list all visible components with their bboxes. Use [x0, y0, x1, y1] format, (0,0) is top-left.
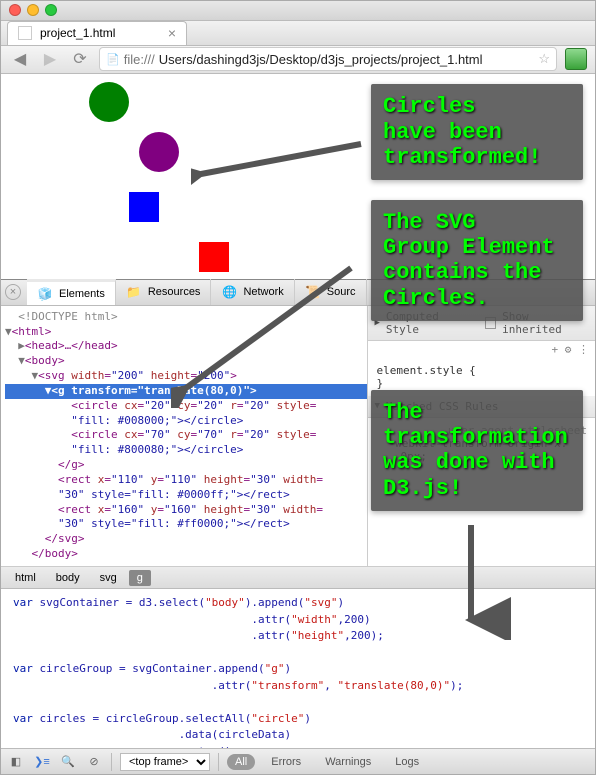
console-line: [13, 645, 583, 662]
tab-strip: project_1.html ×: [1, 21, 595, 46]
folder-icon: 📁: [126, 284, 142, 300]
dom-line[interactable]: </g>: [5, 458, 367, 473]
back-button[interactable]: ◀: [9, 48, 31, 70]
blue-rect: [129, 192, 159, 222]
filter-all[interactable]: All: [227, 754, 255, 770]
url-scheme: file:///: [124, 52, 155, 67]
devtools-close-button[interactable]: ×: [5, 284, 21, 300]
annotation-text-2: The SVG Group Element contains the Circl…: [383, 210, 555, 311]
annotation-text-3: The transformation was done with D3.js!: [383, 400, 568, 501]
filter-errors[interactable]: Errors: [263, 754, 309, 770]
filter-logs[interactable]: Logs: [387, 754, 427, 770]
console-toggle-button[interactable]: ❯≡: [33, 753, 51, 771]
dom-line[interactable]: <rect x="160" y="160" height="30" width=: [5, 503, 367, 518]
green-circle: [89, 82, 129, 122]
reload-button[interactable]: ⟳: [69, 48, 91, 70]
tab-title: project_1.html: [40, 26, 115, 40]
extension-button[interactable]: [565, 48, 587, 70]
dom-line[interactable]: </svg>: [5, 532, 367, 547]
annotation-box-2: The SVG Group Element contains the Circl…: [371, 200, 583, 321]
console-line: .data(circleData): [13, 727, 583, 744]
file-icon: [18, 26, 32, 40]
console-line: var circleGroup = svgContainer.append("g…: [13, 661, 583, 678]
window-zoom-button[interactable]: [45, 4, 57, 16]
window-minimize-button[interactable]: [27, 4, 39, 16]
annotation-text-1: Circles have been transformed!: [383, 94, 541, 170]
dom-line[interactable]: "30" style="fill: #ff0000;"></rect>: [5, 517, 367, 532]
dom-line[interactable]: <rect x="110" y="110" height="30" width=: [5, 473, 367, 488]
url-path: Users/dashingd3js/Desktop/d3js_projects/…: [159, 52, 483, 67]
crumb-svg[interactable]: svg: [92, 570, 125, 586]
annotation-arrow-3: [431, 520, 511, 640]
address-bar[interactable]: 📄 file:/// Users/dashingd3js/Desktop/d3js…: [99, 47, 557, 71]
file-icon: 📄: [106, 53, 120, 66]
tab-close-button[interactable]: ×: [168, 25, 176, 41]
purple-circle: [139, 132, 179, 172]
dom-line[interactable]: "30" style="fill: #0000ff;"></rect>: [5, 488, 367, 503]
dom-line[interactable]: "fill: #008000;"></circle>: [5, 414, 367, 429]
annotation-box-1: Circles have been transformed!: [371, 84, 583, 180]
dock-button[interactable]: ◧: [7, 753, 25, 771]
tab-elements[interactable]: 🧊 Elements: [27, 279, 116, 305]
rule-brace: }: [376, 377, 587, 390]
search-button[interactable]: 🔍: [59, 753, 77, 771]
crumb-body[interactable]: body: [48, 570, 88, 586]
styles-toolbar: + ⚙ ⋮: [368, 341, 595, 358]
browser-tab[interactable]: project_1.html ×: [7, 21, 187, 45]
console-line: .attr("transform", "translate(80,0)");: [13, 678, 583, 695]
crumb-html[interactable]: html: [7, 570, 44, 586]
crumb-g[interactable]: g: [129, 570, 151, 586]
forward-button[interactable]: ▶: [39, 48, 61, 70]
devtools-bottombar: ◧ ❯≡ 🔍 ⊘ <top frame> All Errors Warnings…: [1, 748, 595, 774]
console-line: var circles = circleGroup.selectAll("cir…: [13, 711, 583, 728]
dom-line[interactable]: "fill: #800080;"></circle>: [5, 443, 367, 458]
dom-line[interactable]: <circle cx="70" cy="70" r="20" style=: [5, 428, 367, 443]
clear-button[interactable]: ⊘: [85, 753, 103, 771]
rule-selector: element.style {: [376, 364, 587, 377]
bookmark-icon[interactable]: ☆: [538, 51, 550, 67]
cube-icon: 🧊: [37, 286, 53, 302]
frame-selector[interactable]: <top frame>: [120, 753, 210, 771]
window-close-button[interactable]: [9, 4, 21, 16]
window-titlebar: [1, 1, 595, 21]
annotation-arrow-2: [171, 258, 361, 408]
annotation-box-3: The transformation was done with D3.js!: [371, 390, 583, 511]
filter-warnings[interactable]: Warnings: [317, 754, 379, 770]
dom-line[interactable]: </body>: [5, 547, 367, 562]
toolbar: ◀ ▶ ⟳ 📄 file:/// Users/dashingd3js/Deskto…: [1, 46, 595, 75]
tab-label: Elements: [59, 288, 105, 300]
browser-window: project_1.html × ◀ ▶ ⟳ 📄 file:/// Users/d…: [0, 0, 596, 775]
annotation-arrow-1: [191, 134, 371, 194]
devtools-panel: The SVG Group Element contains the Circl…: [1, 279, 595, 774]
console-line: [13, 694, 583, 711]
